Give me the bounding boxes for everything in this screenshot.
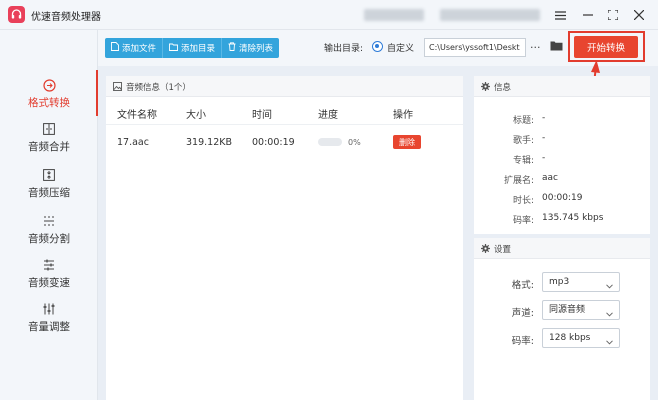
chevron-down-icon <box>606 278 613 296</box>
info-value-extension: aac <box>542 173 558 183</box>
progress-percent: 0% <box>348 138 361 147</box>
blurred-user-info <box>364 9 424 21</box>
app-logo-icon <box>8 6 25 23</box>
blurred-account-info <box>440 9 540 21</box>
custom-radio-label[interactable]: 自定义 <box>387 41 414 54</box>
sidebar-item-split[interactable]: 音频分割 <box>0 214 98 254</box>
file-panel-header: 音频信息（1个） <box>106 76 463 97</box>
fullscreen-icon[interactable] <box>603 5 623 25</box>
split-icon <box>41 214 57 228</box>
bitrate-select-value: 128 kbps <box>549 333 591 343</box>
file-list-panel: 音频信息（1个） 文件名称 大小 时间 进度 操作 17.aac 319.12K… <box>106 76 463 400</box>
format-select-value: mp3 <box>549 277 570 287</box>
sidebar-item-label: 音频压缩 <box>28 187 70 199</box>
gear-icon <box>481 244 490 256</box>
settings-panel: 设置 格式: mp3 声道: 同源音频 码率: 128 kbps <box>474 238 650 400</box>
file-name-cell: 17.aac <box>117 137 149 148</box>
sidebar-item-compress[interactable]: 音频压缩 <box>0 168 98 208</box>
open-folder-icon[interactable] <box>550 40 563 54</box>
speed-icon <box>41 258 57 272</box>
close-icon[interactable] <box>629 5 649 25</box>
setting-bitrate-label: 码率: <box>511 336 534 347</box>
add-file-label: 添加文件 <box>122 44 157 54</box>
volume-adjust-icon <box>41 302 57 316</box>
clear-list-button[interactable]: 清除列表 <box>222 38 280 58</box>
sidebar-item-speed[interactable]: 音频变速 <box>0 258 98 298</box>
sidebar-item-label: 格式转换 <box>28 97 70 109</box>
chevron-down-icon <box>606 306 613 324</box>
trash-icon <box>228 42 236 54</box>
info-panel: 信息 标题: - 歌手: - 专辑: - 扩展名: aac 时长: 00:00:… <box>474 76 650 234</box>
add-file-button[interactable]: 添加文件 <box>105 38 164 58</box>
output-dir-label: 输出目录: <box>324 44 364 54</box>
channel-select-value: 同源音频 <box>549 305 586 315</box>
custom-radio[interactable] <box>372 41 383 52</box>
clear-list-label: 清除列表 <box>239 44 274 54</box>
menu-icon[interactable] <box>550 5 570 25</box>
info-key-album: 专辑: <box>512 156 534 166</box>
delete-button[interactable]: 删除 <box>393 135 421 149</box>
output-path-input[interactable]: C:\Users\yssoft1\Deskt <box>424 38 526 57</box>
info-value-artist: - <box>542 133 546 143</box>
app-title: 优速音频处理器 <box>31 12 101 23</box>
info-value-duration: 00:00:19 <box>542 193 583 203</box>
column-header-progress: 进度 <box>318 110 338 121</box>
title-bar: 优速音频处理器 <box>0 0 658 30</box>
column-header-name: 文件名称 <box>117 110 157 121</box>
add-folder-label: 添加目录 <box>181 44 216 54</box>
info-key-duration: 时长: <box>512 196 534 206</box>
bitrate-select[interactable]: 128 kbps <box>542 328 620 348</box>
sidebar-item-volume[interactable]: 音量调整 <box>0 302 98 342</box>
info-value-album: - <box>542 153 546 163</box>
info-key-extension: 扩展名: <box>503 176 534 186</box>
image-icon <box>113 82 122 94</box>
file-actions: 添加文件 添加目录 清除列表 <box>105 38 280 58</box>
file-size-cell: 319.12KB <box>186 137 232 148</box>
sidebar: 格式转换 音频合并 音频压缩 音频分割 音频变速 音量调整 <box>0 30 98 400</box>
header-divider <box>106 124 463 125</box>
sidebar-item-label: 音频合并 <box>28 141 70 153</box>
settings-panel-header: 设置 <box>474 238 650 259</box>
progress-bar <box>318 138 342 146</box>
active-nav-indicator <box>96 70 98 116</box>
compress-icon <box>41 168 57 182</box>
browse-more-button[interactable]: ... <box>530 38 541 51</box>
minimize-icon[interactable] <box>578 5 598 25</box>
file-panel-title: 音频信息（1个） <box>126 83 191 93</box>
sidebar-item-merge[interactable]: 音频合并 <box>0 122 98 162</box>
sidebar-item-label: 音量调整 <box>28 321 70 333</box>
sidebar-item-label: 音频变速 <box>28 277 70 289</box>
folder-add-icon <box>169 43 178 54</box>
add-folder-button[interactable]: 添加目录 <box>163 38 223 58</box>
column-header-size: 大小 <box>186 110 206 121</box>
channel-select[interactable]: 同源音频 <box>542 300 620 320</box>
column-header-time: 时间 <box>252 110 272 121</box>
info-value-bitrate: 135.745 kbps <box>542 213 604 223</box>
format-select[interactable]: mp3 <box>542 272 620 292</box>
setting-channel-label: 声道: <box>511 308 534 319</box>
file-time-cell: 00:00:19 <box>252 137 295 148</box>
settings-panel-title: 设置 <box>494 245 512 255</box>
chevron-down-icon <box>606 334 613 352</box>
info-key-title: 标题: <box>512 116 534 126</box>
info-key-bitrate: 码率: <box>512 216 534 226</box>
add-file-icon <box>111 42 119 54</box>
sidebar-item-format-convert[interactable]: 格式转换 <box>0 78 98 118</box>
sidebar-item-label: 音频分割 <box>28 233 70 245</box>
gear-icon <box>481 82 490 94</box>
setting-format-label: 格式: <box>511 280 534 291</box>
column-header-action: 操作 <box>393 110 413 121</box>
merge-icon <box>41 122 57 136</box>
info-value-title: - <box>542 113 546 123</box>
info-key-artist: 歌手: <box>512 136 534 146</box>
info-panel-header: 信息 <box>474 76 650 97</box>
info-panel-title: 信息 <box>494 83 512 93</box>
start-button-highlight-box <box>568 31 645 62</box>
format-convert-icon <box>41 78 57 92</box>
